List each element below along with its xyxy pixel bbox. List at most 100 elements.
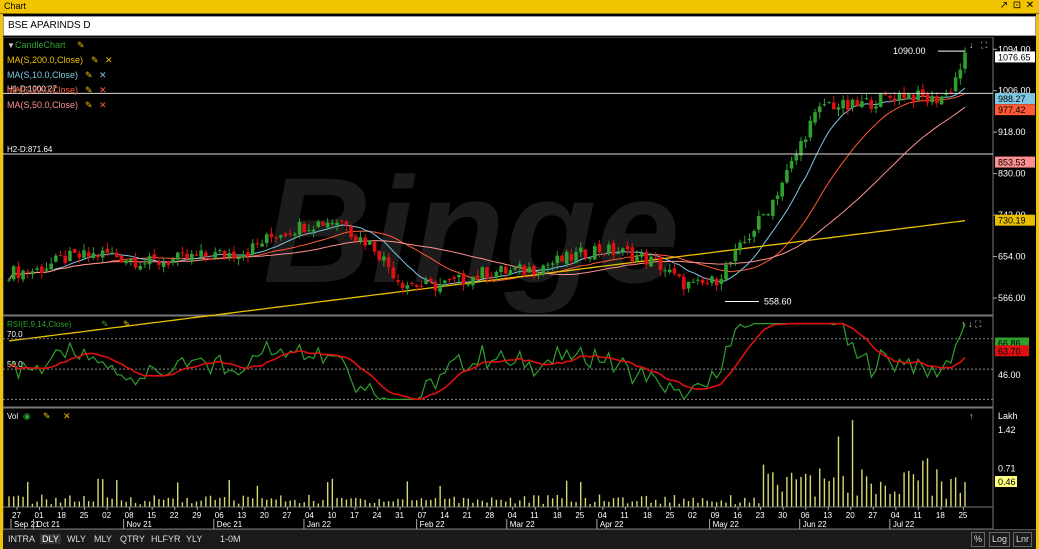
- candle-body: [588, 258, 592, 260]
- candle-body: [799, 140, 803, 156]
- close-icon[interactable]: ✕: [1023, 0, 1037, 11]
- candle-body: [157, 261, 161, 265]
- candle-body: [72, 249, 77, 253]
- candle-body: [607, 244, 611, 253]
- candle-body: [747, 238, 752, 241]
- vol-unit: Lakh: [998, 411, 1018, 421]
- percent-button[interactable]: %: [971, 532, 986, 547]
- candle-body: [91, 253, 96, 258]
- candle-body: [428, 278, 433, 282]
- candle-body: [344, 221, 349, 226]
- x-day-label: 06: [215, 511, 224, 520]
- rsi-level-label: 70.0: [7, 330, 23, 339]
- candle-body: [710, 276, 714, 283]
- candle-body: [114, 252, 119, 258]
- candle-body: [246, 252, 250, 256]
- tf-weekly[interactable]: WLY: [67, 534, 86, 544]
- x-day-label: 04: [305, 511, 314, 520]
- vol-y-tick: 0.71: [998, 463, 1016, 473]
- candle-body: [677, 274, 681, 277]
- x-day-label: 21: [463, 511, 472, 520]
- log-button[interactable]: Log: [989, 532, 1011, 547]
- candle-body: [611, 243, 616, 255]
- candle-body: [452, 277, 456, 279]
- y-tick-label: 830.00: [998, 169, 1026, 179]
- candle-body: [166, 261, 171, 265]
- candle-body: [77, 253, 82, 258]
- remove-x-icon: ✕: [99, 85, 107, 95]
- candle-body: [358, 237, 363, 241]
- restore-icon[interactable]: ⊡: [1010, 0, 1024, 11]
- edit-pencil-icon: ✎: [77, 40, 85, 50]
- candle-body: [180, 252, 185, 254]
- candle-body: [916, 90, 920, 101]
- tf-daily[interactable]: DLY: [40, 534, 61, 544]
- vol-y-tick: 1.42: [998, 425, 1016, 435]
- tf-halfyear[interactable]: HLFYR: [151, 534, 181, 544]
- low-marker-label: 558.60: [764, 297, 792, 307]
- x-day-label: 27: [282, 511, 291, 520]
- watermark-text: Binge: [263, 146, 680, 314]
- candle-body: [803, 139, 808, 143]
- x-day-label: 18: [643, 511, 652, 520]
- candle-body: [110, 252, 114, 254]
- x-day-label: 27: [868, 511, 877, 520]
- symbol-label: BSE APARINDS D: [8, 20, 91, 31]
- candle-body: [194, 254, 199, 256]
- collapse-icon: ▼: [7, 41, 15, 50]
- hline-label-2: H2-D:871.64: [7, 145, 53, 154]
- popout-icon[interactable]: ↗: [997, 0, 1011, 11]
- x-month-label: Dec 21: [217, 520, 243, 529]
- x-day-label: 13: [237, 511, 246, 520]
- candle-body: [850, 99, 855, 108]
- x-day-label: 09: [711, 511, 720, 520]
- price-tag: 988.27: [998, 94, 1026, 104]
- candle-body: [40, 266, 44, 273]
- tf-intra[interactable]: INTRA: [8, 534, 35, 544]
- candle-body: [471, 276, 475, 286]
- tf-quarterly[interactable]: QTRY: [120, 534, 145, 544]
- vol-eye-icon: ◉: [23, 411, 31, 421]
- candle-body: [724, 264, 728, 280]
- candle-body: [719, 279, 724, 284]
- candle-body: [260, 243, 264, 247]
- candle-body: [503, 266, 508, 274]
- chart-canvas[interactable]: BingeH1-D:1000.27H2-D:871.641090.00558.6…: [3, 37, 1036, 529]
- tf-yearly[interactable]: YLY: [186, 534, 202, 544]
- x-day-label: 18: [57, 511, 66, 520]
- timeframe-bar: INTRA DLY WLY MLY QTRY HLFYR YLY 1-0M % …: [3, 529, 1036, 549]
- candle-body: [424, 280, 428, 285]
- candle-body: [771, 199, 775, 216]
- candle-body: [382, 256, 386, 261]
- symbol-bar[interactable]: BSE APARINDS D: [3, 16, 1036, 36]
- x-day-label: 25: [958, 511, 967, 520]
- candle-body: [321, 221, 325, 226]
- candle-body: [653, 257, 658, 259]
- candle-body: [419, 285, 424, 287]
- candle-body: [518, 264, 522, 268]
- candle-body: [691, 281, 695, 283]
- candle-body: [16, 266, 21, 279]
- tf-monthly[interactable]: MLY: [94, 534, 112, 544]
- candle-body: [550, 263, 555, 265]
- tf-range[interactable]: 1-0M: [220, 534, 241, 544]
- vol-pencil-icon: ✎: [43, 411, 51, 421]
- candle-body: [906, 93, 911, 99]
- linear-button[interactable]: Lnr: [1013, 532, 1033, 547]
- candle-body: [199, 250, 203, 257]
- candle-body: [560, 255, 564, 262]
- candle-body: [953, 77, 958, 92]
- candle-body: [171, 259, 175, 263]
- candle-body: [485, 267, 489, 279]
- x-day-label: 20: [260, 511, 269, 520]
- candle-body: [353, 236, 358, 241]
- candle-body: [391, 267, 396, 279]
- candle-body: [339, 220, 344, 222]
- candle-body: [236, 257, 241, 260]
- candle-body: [410, 282, 414, 285]
- x-day-label: 11: [620, 511, 629, 520]
- candle-body: [892, 98, 897, 101]
- candle-body: [564, 251, 569, 264]
- high-marker-label: 1090.00: [893, 46, 926, 56]
- x-day-label: 22: [170, 511, 179, 520]
